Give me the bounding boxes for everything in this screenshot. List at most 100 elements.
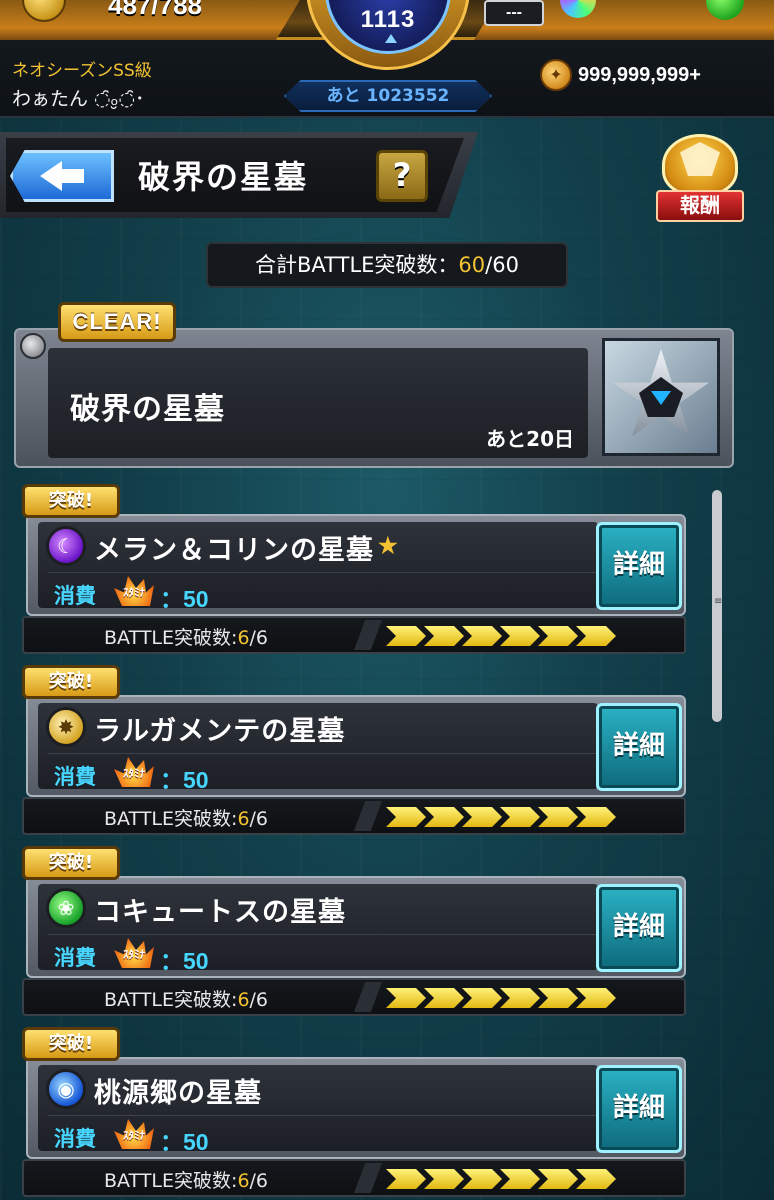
progress-chevron xyxy=(386,626,426,646)
progress-prefix: BATTLE突破数: xyxy=(104,808,238,830)
emblem-gem-icon xyxy=(651,391,671,405)
status-box[interactable]: --- xyxy=(484,0,544,26)
top-hud: 487/788 1113 --- ネオシーズンSS級 わぁたん ◌̑ₒ̮◌̑･ … xyxy=(0,0,774,118)
progress-chevron xyxy=(538,1169,578,1189)
scroll-grip-icon: ≡ xyxy=(714,596,723,607)
stage-name: コキュートスの星墓 xyxy=(94,890,350,929)
progress-label: BATTLE突破数:6/6 xyxy=(104,985,268,1012)
progress-current: 6 xyxy=(237,627,250,649)
progress-current: 6 xyxy=(237,1170,250,1192)
cost-value: ：50 xyxy=(160,586,209,612)
progress-chevron xyxy=(576,807,616,827)
progress-chevrons xyxy=(386,988,636,1008)
progress-chevron xyxy=(500,807,540,827)
detail-button[interactable]: 詳細 xyxy=(596,884,682,972)
progress-chevron xyxy=(576,1169,616,1189)
progress-chevron xyxy=(424,988,464,1008)
total-counter-max: 60 xyxy=(492,253,519,277)
cost-value: ：50 xyxy=(160,767,209,793)
progress-label: BATTLE突破数:6/6 xyxy=(104,1166,268,1193)
progress-chevron xyxy=(576,626,616,646)
break-badge: 突破! xyxy=(22,1027,120,1061)
progress-current: 6 xyxy=(237,989,250,1011)
progress-chevron xyxy=(538,626,578,646)
banner-rivet-icon xyxy=(20,333,46,359)
cost-label: 消費 xyxy=(54,765,96,789)
progress-separator xyxy=(354,620,382,650)
rank-level-badge[interactable]: 1113 xyxy=(306,0,470,70)
progress-chevron xyxy=(462,988,502,1008)
progress-chevron xyxy=(462,1169,502,1189)
stage-name-text: 桃源郷の星墓 xyxy=(94,1078,262,1109)
stamina-counter: 487/788 xyxy=(108,0,202,20)
progress-chevrons xyxy=(386,1169,636,1189)
progress-label: BATTLE突破数:6/6 xyxy=(104,623,268,650)
stamina-tag: ｽﾀﾐﾅ xyxy=(123,948,145,961)
list-item[interactable]: 突破! ❀ コキュートスの星墓 消費 ｽﾀﾐﾅ ：50 詳細 BATTLE突破数… xyxy=(22,846,688,1016)
break-badge: 突破! xyxy=(22,484,120,518)
battle-progress-bar: BATTLE突破数:6/6 xyxy=(22,797,686,835)
progress-label: BATTLE突破数:6/6 xyxy=(104,804,268,831)
list-item[interactable]: 突破! ☾ メラン＆コリンの星墓 ★ 消費 ｽﾀﾐﾅ ：50 詳細 BATTLE突… xyxy=(22,484,688,654)
progress-prefix: BATTLE突破数: xyxy=(104,627,238,649)
rank-level-inner: 1113 xyxy=(325,0,451,54)
progress-rest: /6 xyxy=(249,808,269,830)
detail-button[interactable]: 詳細 xyxy=(596,1065,682,1153)
divider xyxy=(48,753,596,754)
stamina-tag: ｽﾀﾐﾅ xyxy=(123,586,145,599)
detail-button[interactable]: 詳細 xyxy=(596,703,682,791)
back-arrow-tail xyxy=(58,169,84,183)
help-button[interactable]: ? xyxy=(376,150,428,202)
progress-chevron xyxy=(576,988,616,1008)
clear-badge: CLEAR! xyxy=(58,302,176,342)
progress-chevron xyxy=(424,807,464,827)
total-counter-current: 60 xyxy=(458,253,486,277)
back-button[interactable] xyxy=(10,150,114,202)
cost-label: 消費 xyxy=(54,946,96,970)
event-banner-inner: 破界の星墓 あと20日 xyxy=(48,348,588,458)
divider xyxy=(48,934,596,935)
progress-rest: /6 xyxy=(249,627,269,649)
total-counter-prefix: 合計BATTLE突破数： xyxy=(255,253,459,277)
divider xyxy=(48,572,596,573)
user-name: わぁたん ◌̑ₒ̮◌̑･ xyxy=(12,88,145,110)
progress-chevron xyxy=(538,807,578,827)
progress-separator xyxy=(354,1163,382,1193)
progress-separator xyxy=(354,801,382,831)
cost-value: ：50 xyxy=(160,1129,209,1155)
stage-name: メラン＆コリンの星墓 ★ xyxy=(94,528,399,567)
reward-button[interactable]: 報酬 xyxy=(654,134,750,226)
break-badge: 突破! xyxy=(22,665,120,699)
gold-value: 999,999,999+ xyxy=(578,63,701,86)
list-item[interactable]: 突破! ✸ ラルガメンテの星墓 消費 ｽﾀﾐﾅ ：50 詳細 BATTLE突破数… xyxy=(22,665,688,835)
total-battle-counter: 合計BATTLE突破数：60/60 xyxy=(206,242,568,288)
stage-name: ラルガメンテの星墓 xyxy=(94,709,349,748)
rank-level-value: 1113 xyxy=(360,6,416,33)
divider xyxy=(48,1115,596,1116)
progress-chevrons xyxy=(386,626,636,646)
progress-prefix: BATTLE突破数: xyxy=(104,1170,238,1192)
stage-name: 桃源郷の星墓 xyxy=(94,1071,266,1110)
reward-label: 報酬 xyxy=(656,190,744,222)
progress-current: 6 xyxy=(237,808,250,830)
stage-list[interactable]: 突破! ☾ メラン＆コリンの星墓 ★ 消費 ｽﾀﾐﾅ ：50 詳細 BATTLE突… xyxy=(0,480,774,1200)
stamina-tag: ｽﾀﾐﾅ xyxy=(123,767,145,780)
progress-chevron xyxy=(424,1169,464,1189)
event-name: 破界の星墓 xyxy=(70,392,225,427)
detail-button[interactable]: 詳細 xyxy=(596,522,682,610)
stage-name-text: コキュートスの星墓 xyxy=(94,897,346,928)
cost-value: ：50 xyxy=(160,948,209,974)
battle-progress-bar: BATTLE突破数:6/6 xyxy=(22,978,686,1016)
list-item[interactable]: 突破! ◉ 桃源郷の星墓 消費 ｽﾀﾐﾅ ：50 詳細 BATTLE突破数:6/… xyxy=(22,1027,688,1197)
progress-chevron xyxy=(462,807,502,827)
break-badge: 突破! xyxy=(22,846,120,880)
event-days-left: あと20日 xyxy=(486,427,574,451)
stage-name-text: メラン＆コリンの星墓 xyxy=(94,535,374,566)
dark-element-icon: ☾ xyxy=(46,526,86,566)
exp-remaining-box: あと 1023552 xyxy=(284,80,492,112)
battle-progress-bar: BATTLE突破数:6/6 xyxy=(22,616,686,654)
page-title: 破界の星墓 xyxy=(138,158,309,196)
gold-display: ✦ 999,999,999+ xyxy=(540,58,701,92)
star-icon: ★ xyxy=(378,533,399,559)
progress-chevron xyxy=(386,988,426,1008)
